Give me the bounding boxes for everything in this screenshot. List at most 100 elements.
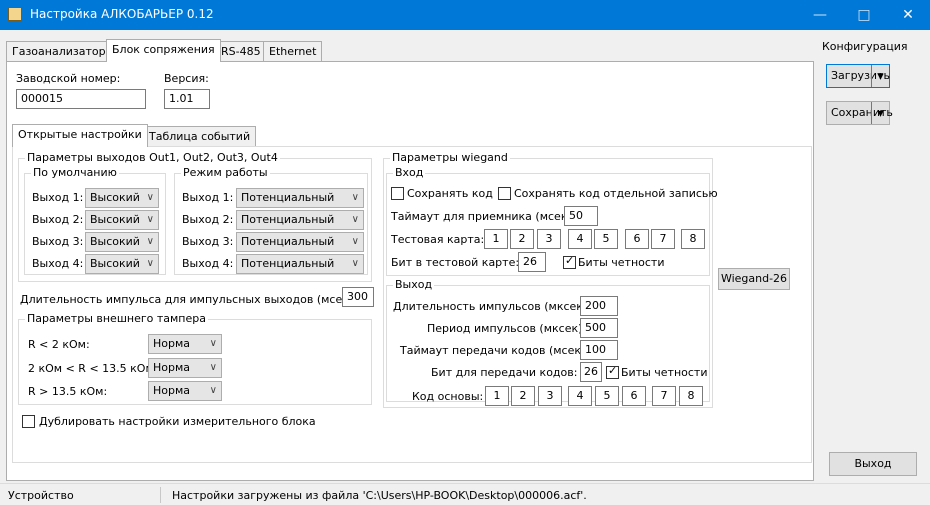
receiver-timeout-field[interactable]: 50 <box>564 206 598 226</box>
test-card-label: Тестовая карта: <box>391 233 485 246</box>
test-card-digit-8[interactable]: 8 <box>681 229 705 249</box>
base-code-digit-3[interactable]: 3 <box>538 386 562 406</box>
default-group-title: По умолчанию <box>31 166 119 180</box>
tamper-row-3-select[interactable]: Норма ∨ <box>148 381 222 401</box>
load-button[interactable]: Загрузить ▾ <box>826 64 890 88</box>
out-bits-field[interactable]: 26 <box>580 362 602 382</box>
checkmark-icon: ✓ <box>565 254 575 267</box>
chevron-down-icon: ∨ <box>209 362 217 373</box>
exit-button[interactable]: Выход <box>829 452 917 476</box>
tamper-row-2-select[interactable]: Норма ∨ <box>148 358 222 378</box>
close-button[interactable]: ✕ <box>886 0 930 30</box>
test-card-digit-6[interactable]: 6 <box>625 229 649 249</box>
pulse-duration-label: Длительность импульса для импульсных вых… <box>20 293 357 306</box>
tamper-row-1-select[interactable]: Норма ∨ <box>148 334 222 354</box>
maximize-button[interactable]: □ <box>842 0 886 30</box>
out-period-label: Период импульсов (мксек): <box>427 322 587 335</box>
out-period-field[interactable]: 500 <box>580 318 618 338</box>
out-pulse-field[interactable]: 200 <box>580 296 618 316</box>
output-parity-checkbox[interactable]: ✓ <box>606 364 619 379</box>
duplicate-label: Дублировать настройки измерительного бло… <box>39 415 316 428</box>
base-code-digit-6[interactable]: 6 <box>622 386 646 406</box>
test-card-digit-5[interactable]: 5 <box>594 229 618 249</box>
output-4-mode-select[interactable]: Потенциальный ∨ <box>236 254 364 274</box>
output-1-label: Выход 1: <box>32 191 84 204</box>
output-1-mode-label: Выход 1: <box>182 191 234 204</box>
tab-interface-block[interactable]: Блок сопряжения <box>106 39 221 62</box>
chevron-down-icon: ∨ <box>351 192 359 203</box>
tab-gas-analyzer[interactable]: Газоанализатор <box>6 41 112 62</box>
wiegand-group-title: Параметры wiegand <box>390 151 510 165</box>
output-2-mode-label: Выход 2: <box>182 213 234 226</box>
tab-open-settings[interactable]: Открытые настройки <box>12 124 148 147</box>
wiegand-26-button[interactable]: Wiegand-26 <box>718 268 790 290</box>
save-code-separate-label: Сохранять код отдельной записью <box>514 187 718 200</box>
base-code-digit-2[interactable]: 2 <box>511 386 535 406</box>
save-config-button[interactable]: Сохранить ▾ <box>826 101 893 125</box>
tab-ethernet[interactable]: Ethernet <box>263 41 323 62</box>
output-parity-label: Биты четности <box>621 366 708 379</box>
title-bar: Настройка АЛКОБАРЬЕР 0.12 — □ ✕ <box>0 0 930 30</box>
base-code-digit-7[interactable]: 7 <box>652 386 676 406</box>
test-card-digit-4[interactable]: 4 <box>568 229 592 249</box>
status-device: Устройство <box>8 489 74 502</box>
chevron-down-icon: ∨ <box>351 258 359 269</box>
version-field[interactable]: 1.01 <box>164 89 210 109</box>
minimize-button[interactable]: — <box>798 0 842 30</box>
wiegand-output-title: Выход <box>393 278 435 292</box>
version-label: Версия: <box>164 72 209 85</box>
out-bits-label: Бит для передачи кодов: <box>431 366 578 379</box>
tamper-row-3-label: R > 13.5 кОм: <box>28 385 108 398</box>
output-1-mode-select[interactable]: Потенциальный ∨ <box>236 188 364 208</box>
chevron-down-icon: ∨ <box>146 236 154 247</box>
test-card-digit-2[interactable]: 2 <box>510 229 534 249</box>
base-code-label: Код основы: <box>412 390 484 403</box>
chevron-down-icon: ∨ <box>351 236 359 247</box>
output-4-mode-label: Выход 4: <box>182 257 234 270</box>
mode-group-title: Режим работы <box>181 166 270 180</box>
base-code-digit-5[interactable]: 5 <box>595 386 619 406</box>
test-card-digit-3[interactable]: 3 <box>537 229 561 249</box>
tab-rs485[interactable]: RS-485 <box>215 41 267 62</box>
output-3-default-select[interactable]: Высокий ∨ <box>85 232 159 252</box>
tamper-row-2-label: 2 кОм < R < 13.5 кОм: <box>28 362 158 375</box>
status-bar: Устройство Настройки загружены из файла … <box>0 483 930 505</box>
test-card-bits-field[interactable]: 26 <box>518 252 546 272</box>
base-code-digit-8[interactable]: 8 <box>679 386 703 406</box>
status-divider <box>160 487 161 503</box>
tab-event-table[interactable]: Таблица событий <box>143 126 257 147</box>
input-parity-checkbox[interactable]: ✓ <box>563 254 576 269</box>
base-code-digit-4[interactable]: 4 <box>568 386 592 406</box>
chevron-down-icon: ∨ <box>146 214 154 225</box>
pulse-duration-field[interactable]: 300 <box>342 287 374 307</box>
out-timeout-label: Таймаут передачи кодов (мсек): <box>400 344 589 357</box>
out-timeout-field[interactable]: 100 <box>580 340 618 360</box>
input-parity-label: Биты четности <box>578 256 665 269</box>
chevron-down-icon[interactable]: ▾ <box>871 102 889 124</box>
window-title: Настройка АЛКОБАРЬЕР 0.12 <box>30 7 214 21</box>
chevron-down-icon: ∨ <box>146 258 154 269</box>
output-2-label: Выход 2: <box>32 213 84 226</box>
serial-label: Заводской номер: <box>16 72 121 85</box>
output-1-default-select[interactable]: Высокий ∨ <box>85 188 159 208</box>
receiver-timeout-label: Таймаут для приемника (мсек): <box>391 210 576 223</box>
wiegand-input-title: Вход <box>393 166 426 180</box>
save-code-separate-checkbox[interactable] <box>498 187 511 200</box>
output-3-mode-label: Выход 3: <box>182 235 234 248</box>
tamper-group-title: Параметры внешнего тампера <box>25 312 208 326</box>
out-pulse-label: Длительность импульсов (мксек): <box>393 300 591 313</box>
outputs-group-title: Параметры выходов Out1, Out2, Out3, Out4 <box>25 151 280 165</box>
output-3-mode-select[interactable]: Потенциальный ∨ <box>236 232 364 252</box>
save-code-checkbox[interactable] <box>391 187 404 200</box>
tamper-row-1-label: R < 2 кОм: <box>28 338 90 351</box>
test-card-digit-1[interactable]: 1 <box>484 229 508 249</box>
save-code-label: Сохранять код <box>407 187 493 200</box>
output-2-default-select[interactable]: Высокий ∨ <box>85 210 159 230</box>
base-code-digit-1[interactable]: 1 <box>485 386 509 406</box>
chevron-down-icon[interactable]: ▾ <box>871 65 889 87</box>
output-4-default-select[interactable]: Высокий ∨ <box>85 254 159 274</box>
output-2-mode-select[interactable]: Потенциальный ∨ <box>236 210 364 230</box>
duplicate-checkbox[interactable] <box>22 415 35 428</box>
test-card-digit-7[interactable]: 7 <box>651 229 675 249</box>
serial-field[interactable]: 000015 <box>16 89 146 109</box>
